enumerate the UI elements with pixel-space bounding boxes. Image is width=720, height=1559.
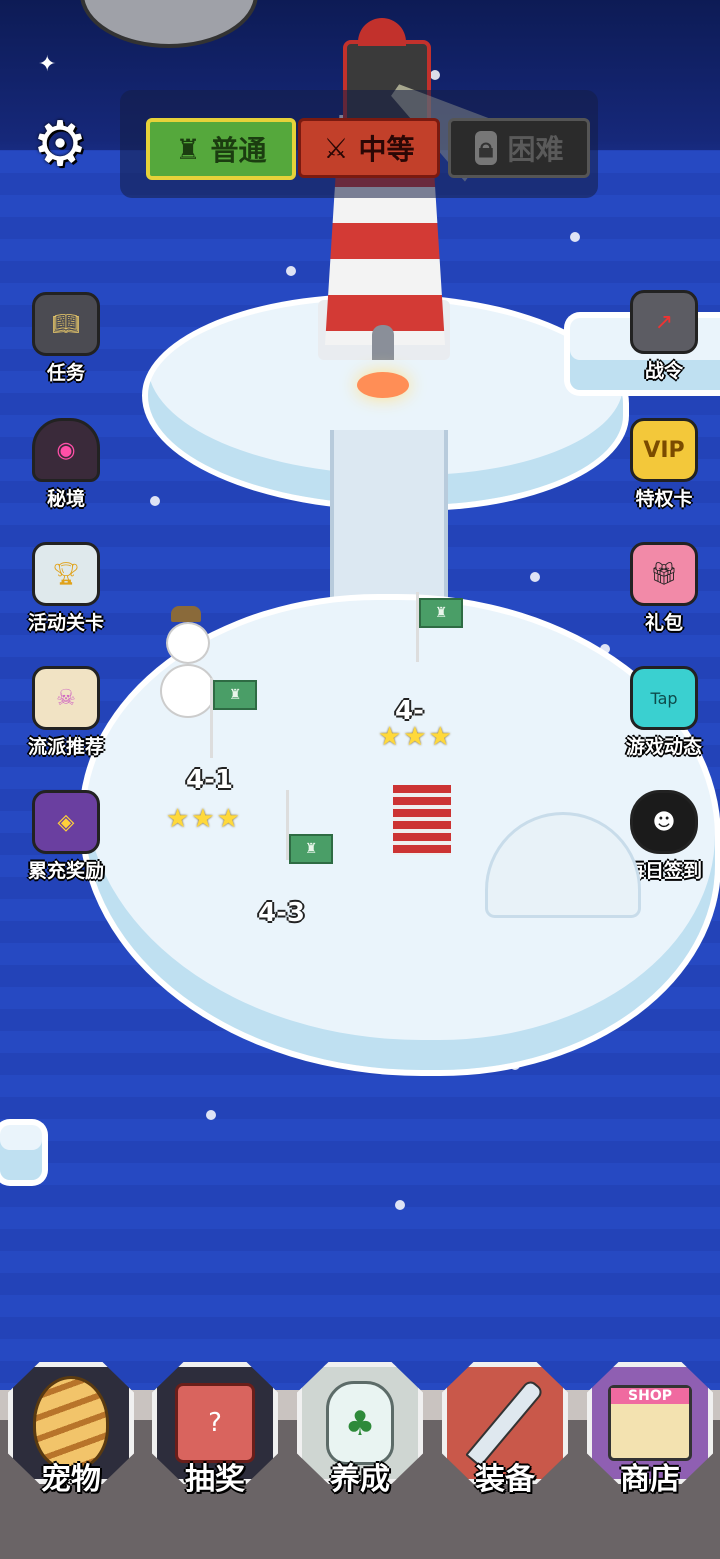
difficulty-hard-label: 困难: [507, 133, 564, 166]
tv-icon: ↗: [630, 290, 698, 354]
snowflake: [206, 1110, 216, 1120]
nav-cultivate-button[interactable]: ♣ 养成: [295, 1362, 425, 1512]
campfire-portal[interactable]: [357, 372, 409, 398]
nav-shop-button[interactable]: SHOP 商店: [585, 1362, 715, 1512]
nav-pet-button[interactable]: 宠物: [6, 1362, 136, 1512]
snowflake: [530, 572, 540, 582]
crossed-swords-icon: ⚔: [323, 131, 349, 165]
nav-lottery-button[interactable]: ? 抽奖: [150, 1362, 280, 1512]
side-button-recharge-reward[interactable]: ◈ 累充奖励: [16, 790, 116, 883]
nav-equipment-button[interactable]: 装备: [440, 1362, 570, 1512]
treasure-chest-icon: ◈: [32, 790, 100, 854]
stage-stairs: [393, 785, 451, 855]
tap-badge: Tap: [650, 688, 678, 708]
trophy-icon: 🏆︎: [32, 542, 100, 606]
book-icon: 📖︎: [32, 292, 100, 356]
settings-gear-icon[interactable]: ⚙: [28, 112, 92, 176]
side-button-secret-realm[interactable]: ◉ 秘境: [16, 418, 116, 511]
tap-phone-icon: Tap: [630, 666, 698, 730]
side-button-event-stage[interactable]: 🏆︎ 活动关卡: [16, 542, 116, 635]
cave-icon: ◉: [32, 418, 100, 482]
side-label: 战令: [644, 360, 683, 382]
side-button-quests[interactable]: 📖︎ 任务: [16, 292, 116, 385]
side-label: 游戏动态: [625, 736, 702, 758]
side-label: 秘境: [46, 488, 85, 510]
snowflake: [430, 70, 440, 80]
scroll-icon: ☠: [32, 666, 100, 730]
side-button-privilege-card[interactable]: VIP 特权卡: [614, 418, 714, 511]
side-button-gift-pack[interactable]: 🎁︎ 礼包: [614, 542, 714, 635]
lighthouse-door: [372, 325, 394, 360]
nav-label: 抽奖: [185, 1462, 245, 1497]
level-4-2-stars: ★★★: [378, 722, 454, 752]
sparkle-icon: ✦: [38, 52, 57, 77]
level-flag: ♜: [419, 598, 463, 628]
side-button-battle-pass[interactable]: ↗ 战令: [614, 290, 714, 383]
snowman: [160, 606, 216, 718]
vip-icon: VIP: [630, 418, 698, 482]
vip-badge: VIP: [643, 437, 685, 463]
difficulty-normal-label: 普通: [210, 134, 267, 167]
difficulty-medium-label: 中等: [358, 133, 415, 166]
castle-icon: ♜: [175, 132, 201, 166]
level-4-1-stars: ★★★: [166, 804, 242, 834]
side-label: 流派推荐: [27, 736, 104, 758]
difficulty-hard-button[interactable]: 🔒︎ 困难: [448, 118, 590, 178]
side-label: 特权卡: [635, 488, 693, 510]
snowflake: [150, 496, 160, 506]
side-label: 活动关卡: [27, 612, 104, 634]
ice-floe: [0, 1125, 42, 1180]
side-label: 累充奖励: [27, 860, 104, 882]
nav-label: 装备: [475, 1462, 535, 1497]
side-label: 任务: [46, 362, 85, 384]
nav-label: 养成: [330, 1462, 390, 1497]
shop-sign: SHOP: [611, 1388, 689, 1404]
monster-face-icon: ☻: [630, 790, 698, 854]
gift-icon: 🎁︎: [630, 542, 698, 606]
side-button-game-news[interactable]: Tap 游戏动态: [614, 666, 714, 759]
snowflake: [570, 232, 580, 242]
snowflake: [600, 644, 610, 654]
side-label: 礼包: [644, 612, 683, 634]
nav-label: 商店: [620, 1462, 680, 1497]
side-button-build-recommend[interactable]: ☠ 流派推荐: [16, 666, 116, 759]
level-flag: ♜: [289, 834, 333, 864]
lock-icon: 🔒︎: [474, 131, 498, 165]
level-flag: ♜: [213, 680, 257, 710]
difficulty-normal-button[interactable]: ♜ 普通: [146, 118, 296, 180]
snowflake: [395, 1200, 405, 1210]
snowflake: [286, 266, 296, 276]
level-4-1-label[interactable]: 4-1: [186, 765, 233, 795]
difficulty-medium-button[interactable]: ⚔ 中等: [298, 118, 440, 178]
level-4-3-label[interactable]: 4-3: [258, 898, 305, 928]
nav-label: 宠物: [41, 1462, 101, 1497]
